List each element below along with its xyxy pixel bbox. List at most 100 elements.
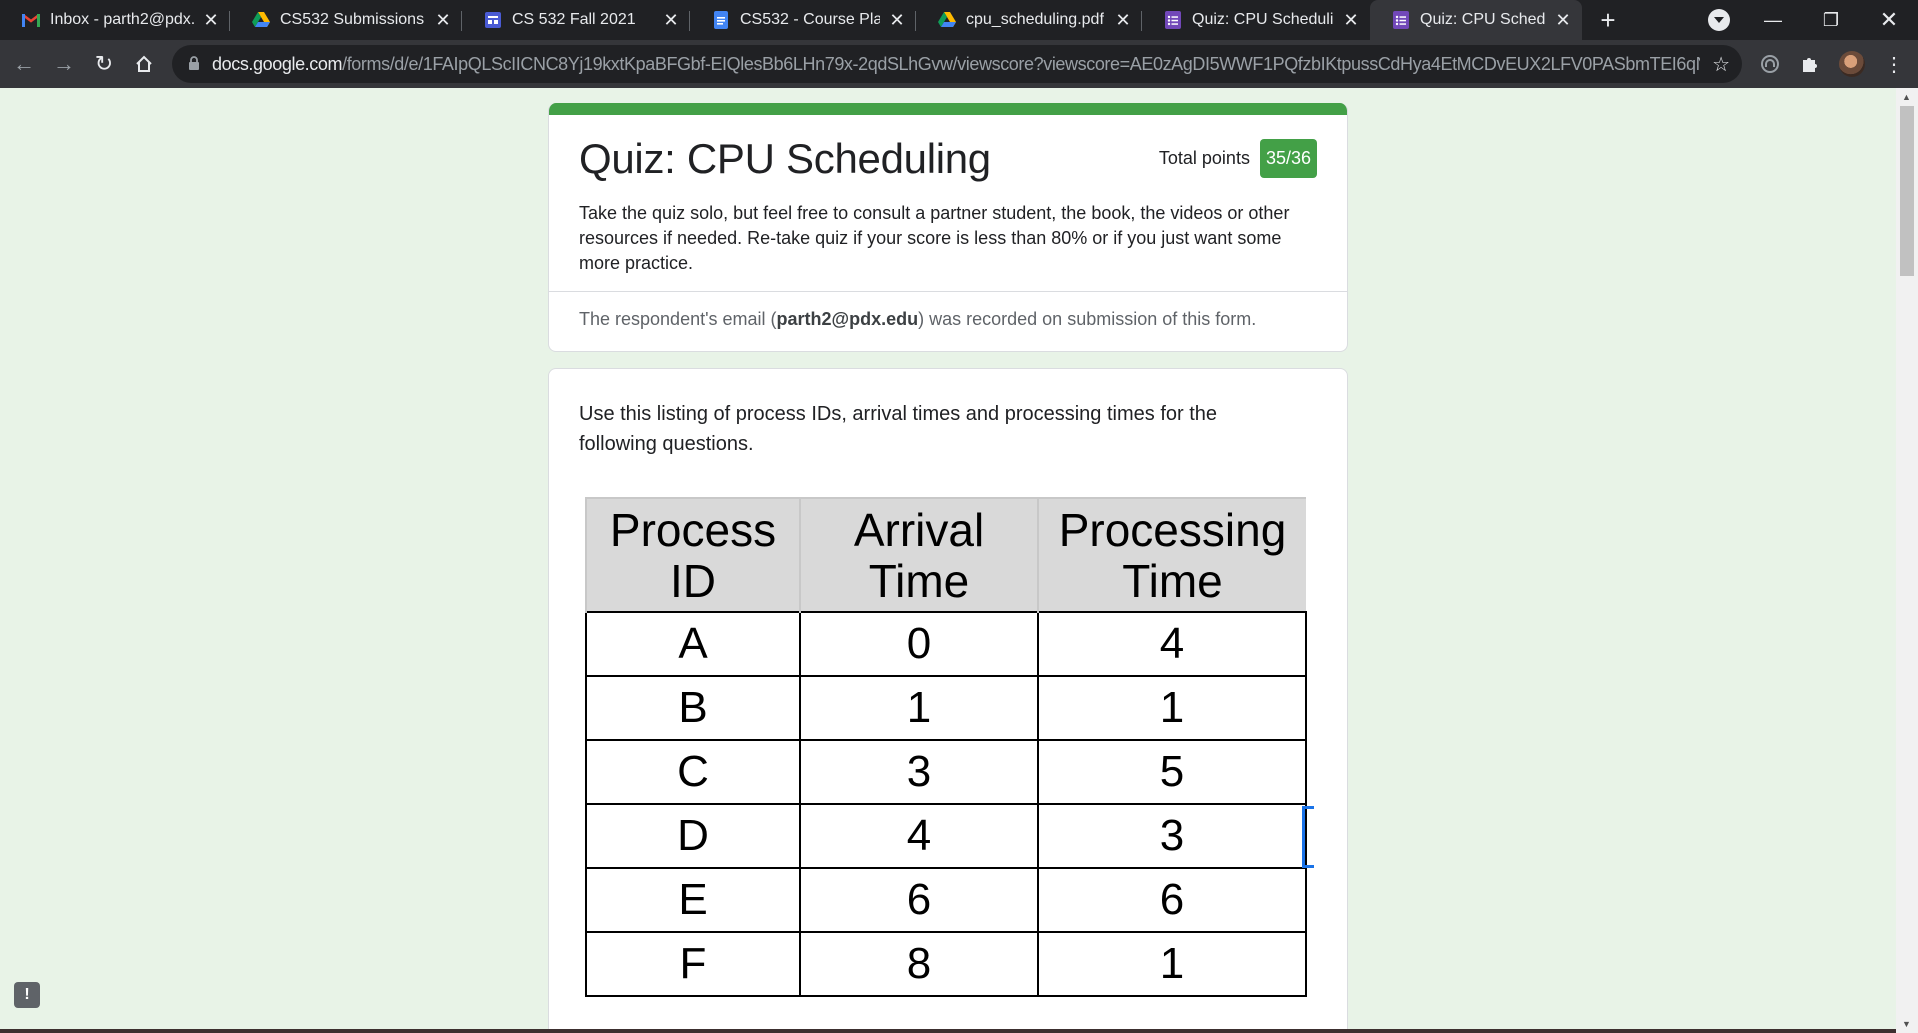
sites-icon [484, 11, 502, 29]
extensions-puzzle-icon[interactable] [1792, 40, 1828, 88]
menu-kebab-icon[interactable]: ⋮ [1876, 40, 1912, 88]
close-window-icon[interactable]: ✕ [1860, 7, 1918, 33]
email-prefix: The respondent's email ( [579, 309, 777, 329]
section-card: Use this listing of process IDs, arrival… [548, 368, 1348, 1033]
drive-icon [252, 11, 270, 29]
tab-quiz-active[interactable]: Quiz: CPU Scheduling ✕ [1370, 0, 1582, 40]
docs-icon [712, 11, 730, 29]
processing-time-cell: 6 [1037, 867, 1307, 933]
respondent-email: parth2@pdx.edu [776, 309, 919, 329]
quiz-description: Take the quiz solo, but feel free to con… [579, 203, 1290, 273]
process-id-cell: A [585, 611, 801, 677]
process-id-cell: F [585, 931, 801, 997]
points-label: Total points [1158, 148, 1250, 168]
home-icon[interactable] [124, 44, 164, 84]
arrival-time-cell: 6 [799, 867, 1039, 933]
tab-label: Inbox - parth2@pdx.e [50, 11, 194, 28]
tab-quiz-1[interactable]: Quiz: CPU Scheduling ✕ [1142, 0, 1370, 40]
score-badge: 35/36 [1259, 139, 1317, 178]
address-bar[interactable]: docs.google.com/forms/d/e/1FAIpQLScIICNC… [172, 45, 1742, 83]
restore-icon[interactable]: ❐ [1802, 10, 1860, 31]
process-table: Process ID Arrival Time Processing Time A04… [585, 497, 1307, 997]
processing-time-cell: 3 [1037, 803, 1307, 869]
close-icon[interactable]: ✕ [202, 10, 220, 30]
close-icon[interactable]: ✕ [888, 10, 906, 30]
tab-strip: Inbox - parth2@pdx.e ✕ CS532 Submissions… [0, 0, 1918, 40]
bookmark-star-icon[interactable]: ☆ [1712, 52, 1730, 77]
total-points: Total points 35/36 [1159, 139, 1317, 178]
process-id-cell: C [585, 739, 801, 805]
bottom-edge [0, 1029, 1896, 1033]
drive-icon [938, 11, 956, 29]
url-path: /forms/d/e/1FAIpQLScIICNC8Yj19kxtKpaBFGb… [342, 53, 1701, 74]
tab-course-plan[interactable]: CS532 - Course Plan fo ✕ [690, 0, 916, 40]
avatar[interactable] [1834, 40, 1870, 88]
tab-label: Quiz: CPU Scheduling [1192, 11, 1334, 28]
processing-time-cell: 1 [1037, 675, 1307, 741]
forms-icon [1164, 11, 1182, 29]
url-host: docs.google.com [212, 53, 343, 74]
header-processing-time: Processing Time [1037, 497, 1306, 612]
section-intro: Use this listing of process IDs, arrival… [579, 403, 1218, 455]
gmail-icon [22, 11, 40, 29]
table-row: F81 [585, 931, 1307, 997]
table-row: D43 [585, 803, 1307, 869]
process-id-cell: B [585, 675, 801, 741]
respondent-email-note: The respondent's email (parth2@pdx.edu) … [579, 309, 1256, 330]
table-row: E66 [585, 867, 1307, 933]
reload-icon[interactable]: ↻ [84, 44, 124, 84]
arrival-time-cell: 0 [799, 611, 1039, 677]
forms-icon [1392, 11, 1410, 29]
tab-label: Quiz: CPU Scheduling [1420, 11, 1546, 28]
window-controls: — ❐ ✕ [1744, 0, 1918, 40]
accent-bar [549, 103, 1347, 115]
tab-cpu-scheduling-pdf[interactable]: cpu_scheduling.pdf - ( ✕ [916, 0, 1142, 40]
processing-time-cell: 5 [1037, 739, 1307, 805]
close-icon[interactable]: ✕ [1342, 10, 1360, 30]
table-row: B11 [585, 675, 1307, 741]
forward-icon[interactable]: → [44, 44, 84, 84]
scrollbar-thumb[interactable] [1900, 106, 1914, 276]
processing-time-cell: 1 [1037, 931, 1307, 997]
browser-toolbar: ← → ↻ docs.google.com/forms/d/e/1FAIpQLS… [0, 40, 1918, 88]
feedback-icon[interactable]: ! [14, 982, 40, 1008]
tab-course-site[interactable]: CS 532 Fall 2021 ✕ [462, 0, 690, 40]
page-title: Quiz: CPU Scheduling [579, 135, 991, 182]
header-process-id: Process ID [585, 497, 800, 612]
table-row: A04 [585, 611, 1307, 677]
tab-label: CS532 - Course Plan fo [740, 11, 880, 28]
url-text[interactable]: docs.google.com/forms/d/e/1FAIpQLScIICNC… [212, 54, 1700, 75]
close-icon[interactable]: ✕ [1554, 10, 1572, 30]
divider [549, 291, 1347, 292]
processing-time-cell: 4 [1037, 611, 1307, 677]
close-icon[interactable]: ✕ [434, 10, 452, 30]
table-header-row: Process ID Arrival Time Processing Time [585, 497, 1306, 612]
scroll-down-icon[interactable]: ▼ [1902, 1019, 1911, 1029]
header-arrival-time: Arrival Time [799, 497, 1038, 612]
process-id-cell: D [585, 803, 801, 869]
arrival-time-cell: 8 [799, 931, 1039, 997]
back-icon[interactable]: ← [4, 44, 44, 84]
process-id-cell: E [585, 867, 801, 933]
tab-label: CS532 Submissions fo [280, 11, 426, 28]
text-cursor-bracket [1302, 806, 1314, 868]
tab-drive-submissions[interactable]: CS532 Submissions fo ✕ [230, 0, 462, 40]
lock-icon[interactable] [188, 55, 200, 73]
quiz-header-card: Quiz: CPU Scheduling Total points 35/36 … [548, 103, 1348, 352]
arrival-time-cell: 4 [799, 803, 1039, 869]
close-icon[interactable]: ✕ [1114, 10, 1132, 30]
arrival-time-cell: 3 [799, 739, 1039, 805]
tab-search-icon[interactable] [1708, 9, 1730, 31]
close-icon[interactable]: ✕ [662, 10, 680, 30]
page-scrollbar[interactable]: ▲ ▼ [1896, 88, 1918, 1033]
tab-label: cpu_scheduling.pdf - ( [966, 11, 1106, 28]
minimize-icon[interactable]: — [1744, 10, 1802, 31]
scroll-up-icon[interactable]: ▲ [1902, 92, 1911, 102]
tab-label: CS 532 Fall 2021 [512, 11, 636, 28]
tab-gmail[interactable]: Inbox - parth2@pdx.e ✕ [0, 0, 230, 40]
new-tab-icon[interactable]: + [1588, 5, 1628, 36]
table-row: C35 [585, 739, 1307, 805]
email-suffix: ) was recorded on submission of this for… [918, 309, 1257, 329]
extension-icon[interactable] [1752, 40, 1788, 88]
arrival-time-cell: 1 [799, 675, 1039, 741]
